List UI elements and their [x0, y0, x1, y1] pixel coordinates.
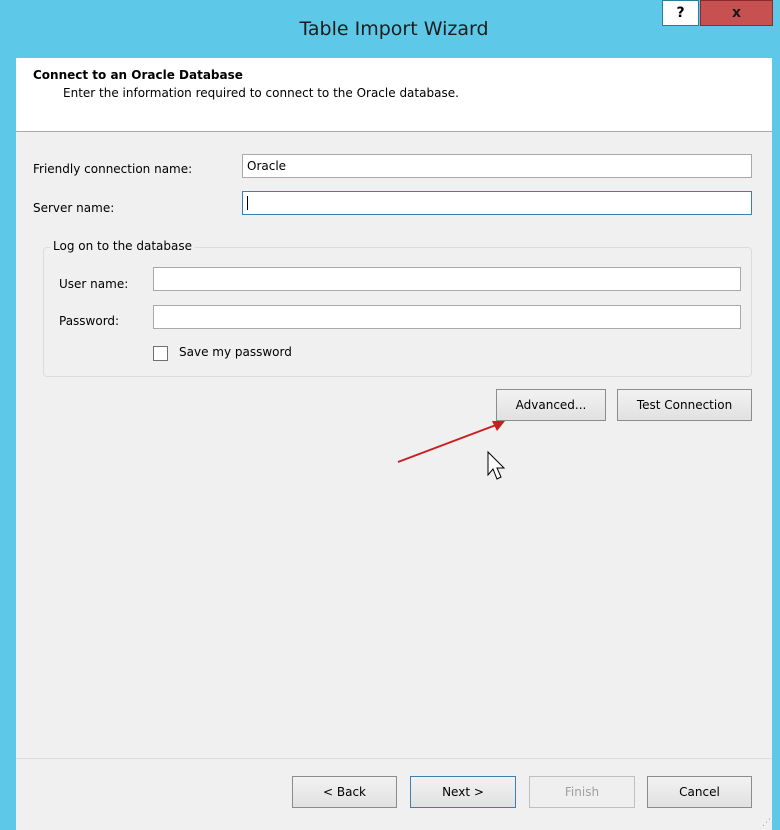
mouse-cursor-icon — [487, 450, 506, 480]
red-arrow-line — [397, 424, 497, 463]
annotation-overlay — [397, 421, 506, 480]
